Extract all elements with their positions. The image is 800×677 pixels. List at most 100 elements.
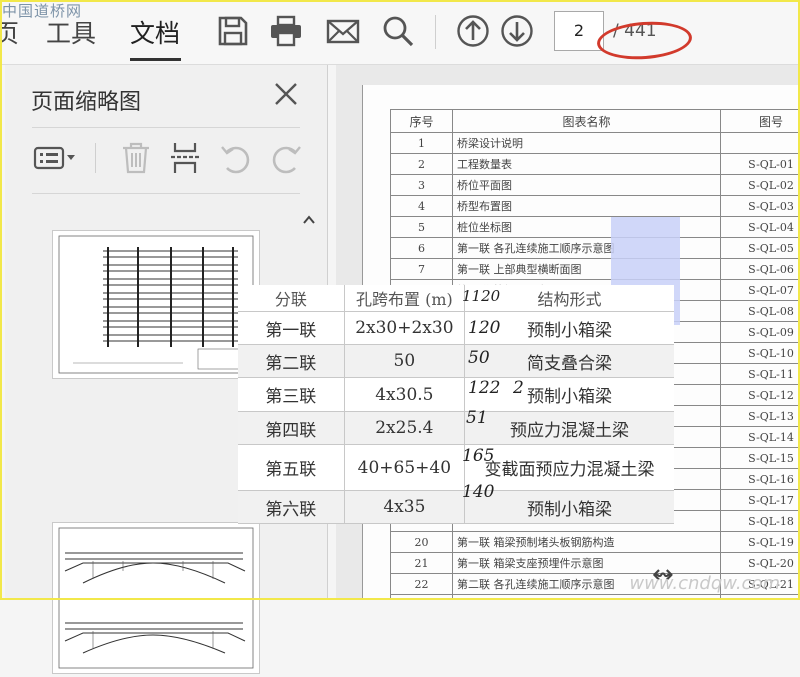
drawing-code: S-QL-16 — [721, 469, 800, 490]
span-arrangement-table: 分联 孔跨布置 (m) 结构形式 第一联2x30+2x30预制小箱梁第二联50简… — [238, 285, 674, 524]
drawing-code: S-QL-08 — [721, 301, 800, 322]
drawing-code: S-QL-13 — [721, 406, 800, 427]
watermark-bottom: www.cndqw.com — [629, 573, 780, 594]
cell-structure: 预制小箱梁 — [465, 491, 674, 524]
handwritten-note: 140 — [462, 482, 494, 502]
cell-span: 4x35 — [344, 491, 464, 524]
header-code: 图号 — [721, 110, 800, 133]
table-row: 20第一联 箱梁预制堵头板钢筋构造S-QL-19 — [391, 532, 800, 553]
handwritten-note: 1120 — [462, 287, 500, 305]
table-header-row: 分联 孔跨布置 (m) 结构形式 — [238, 285, 674, 312]
cell-span: 4x30.5 — [344, 378, 464, 412]
table-row: 第二联50简支叠合梁 — [238, 345, 674, 378]
cell-structure: 简支叠合梁 — [465, 345, 674, 378]
drawing-code: S-QL-22 — [721, 595, 800, 601]
thumbnail-drawing-2 — [53, 523, 259, 673]
table-row: 4桥型布置图S-QL-03 — [391, 196, 800, 217]
search-icon[interactable] — [381, 14, 415, 48]
toolbar-separator — [435, 15, 436, 49]
drawing-name: 第一联 箱梁支座预埋件示意图 — [453, 553, 721, 574]
row-number: 7 — [391, 259, 453, 280]
row-number: 23 — [391, 595, 453, 601]
row-number: 5 — [391, 217, 453, 238]
thumbnail-options-icon[interactable] — [33, 141, 79, 175]
table-row: 第六联4x35预制小箱梁 — [238, 491, 674, 524]
drawing-name: 桥梁设计说明 — [453, 133, 721, 154]
close-icon[interactable] — [273, 81, 299, 107]
header-name: 图表名称 — [453, 110, 721, 133]
drawing-code: S-QL-06 — [721, 259, 800, 280]
delete-page-icon[interactable] — [120, 141, 152, 175]
toolbar: 页 工具 文档 2 / 441 — [0, 0, 800, 65]
cell-section: 第三联 — [238, 378, 344, 412]
drawing-code: S-QL-05 — [721, 238, 800, 259]
table-row: 6第一联 各孔连续施工顺序示意图S-QL-05 — [391, 238, 800, 259]
row-number: 22 — [391, 574, 453, 595]
drawing-name: 工程数量表 — [453, 154, 721, 175]
tab-document[interactable]: 文档 — [130, 14, 180, 50]
panel-divider — [32, 127, 300, 128]
drawing-name: 第二联 上部典型横断面图 — [453, 595, 721, 601]
scroll-up-icon[interactable] — [302, 213, 316, 227]
table-row: 1桥梁设计说明 — [391, 133, 800, 154]
email-icon[interactable] — [326, 14, 360, 48]
drawing-code: S-QL-12 — [721, 385, 800, 406]
drawing-code: S-QL-02 — [721, 175, 800, 196]
cell-section: 第四联 — [238, 412, 344, 445]
drawing-name: 第一联 箱梁预制堵头板钢筋构造 — [453, 532, 721, 553]
page-down-icon[interactable] — [500, 14, 534, 48]
table-row: 7第一联 上部典型横断面图S-QL-06 — [391, 259, 800, 280]
table-row: 5桩位坐标图S-QL-04 — [391, 217, 800, 238]
cell-span: 2x25.4 — [344, 412, 464, 445]
watermark: 中国道桥网 — [2, 0, 82, 21]
page-thumbnail-2[interactable] — [52, 522, 260, 674]
annotation-circle — [596, 19, 693, 63]
extract-page-icon[interactable] — [169, 141, 201, 175]
drawing-code: S-QL-04 — [721, 217, 800, 238]
header-span: 孔跨布置 (m) — [344, 285, 464, 312]
drawing-code: S-QL-11 — [721, 364, 800, 385]
redo-icon[interactable] — [271, 141, 303, 175]
pasted-table-clip: 分联 孔跨布置 (m) 结构形式 第一联2x30+2x30预制小箱梁第二联50简… — [238, 285, 674, 510]
row-number: 3 — [391, 175, 453, 196]
cell-span: 40+65+40 — [344, 445, 464, 491]
handwritten-note: 122 — [468, 378, 500, 398]
table-row: 第四联2x25.4预应力混凝土梁 — [238, 412, 674, 445]
save-icon[interactable] — [216, 14, 250, 48]
table-row: 3桥位平面图S-QL-02 — [391, 175, 800, 196]
undo-icon[interactable] — [219, 141, 251, 175]
page-thumbnail[interactable] — [52, 230, 260, 379]
drawing-name: 桩位坐标图 — [453, 217, 721, 238]
table-row: 2工程数量表S-QL-01 — [391, 154, 800, 175]
drawing-code: S-QL-19 — [721, 532, 800, 553]
drawing-code: S-QL-01 — [721, 154, 800, 175]
cell-structure: 变截面预应力混凝土梁 — [465, 445, 674, 491]
row-number: 20 — [391, 532, 453, 553]
cell-section: 第二联 — [238, 345, 344, 378]
page-up-icon[interactable] — [456, 14, 490, 48]
panel-divider-2 — [32, 193, 300, 194]
handwritten-note: 50 — [468, 348, 490, 368]
header-no: 序号 — [391, 110, 453, 133]
drawing-code: S-QL-15 — [721, 448, 800, 469]
tool-separator — [95, 143, 96, 173]
drawing-code: S-QL-20 — [721, 553, 800, 574]
cell-span: 50 — [344, 345, 464, 378]
drawing-name: 桥位平面图 — [453, 175, 721, 196]
drawing-code: S-QL-10 — [721, 343, 800, 364]
handwritten-note: 165 — [462, 446, 494, 466]
drawing-name: 桥型布置图 — [453, 196, 721, 217]
row-number: 2 — [391, 154, 453, 175]
row-number: 4 — [391, 196, 453, 217]
print-icon[interactable] — [269, 14, 303, 48]
drawing-code: S-QL-03 — [721, 196, 800, 217]
cell-section: 第五联 — [238, 445, 344, 491]
panel-title: 页面缩略图 — [31, 84, 141, 116]
header-section: 分联 — [238, 285, 344, 312]
drawing-code: S-QL-09 — [721, 322, 800, 343]
table-row: 第一联2x30+2x30预制小箱梁 — [238, 312, 674, 345]
cell-structure: 预应力混凝土梁 — [465, 412, 674, 445]
table-row: 23第二联 上部典型横断面图S-QL-22 — [391, 595, 800, 601]
table-row: 21第一联 箱梁支座预埋件示意图S-QL-20 — [391, 553, 800, 574]
handwritten-note: 2 — [513, 378, 524, 398]
